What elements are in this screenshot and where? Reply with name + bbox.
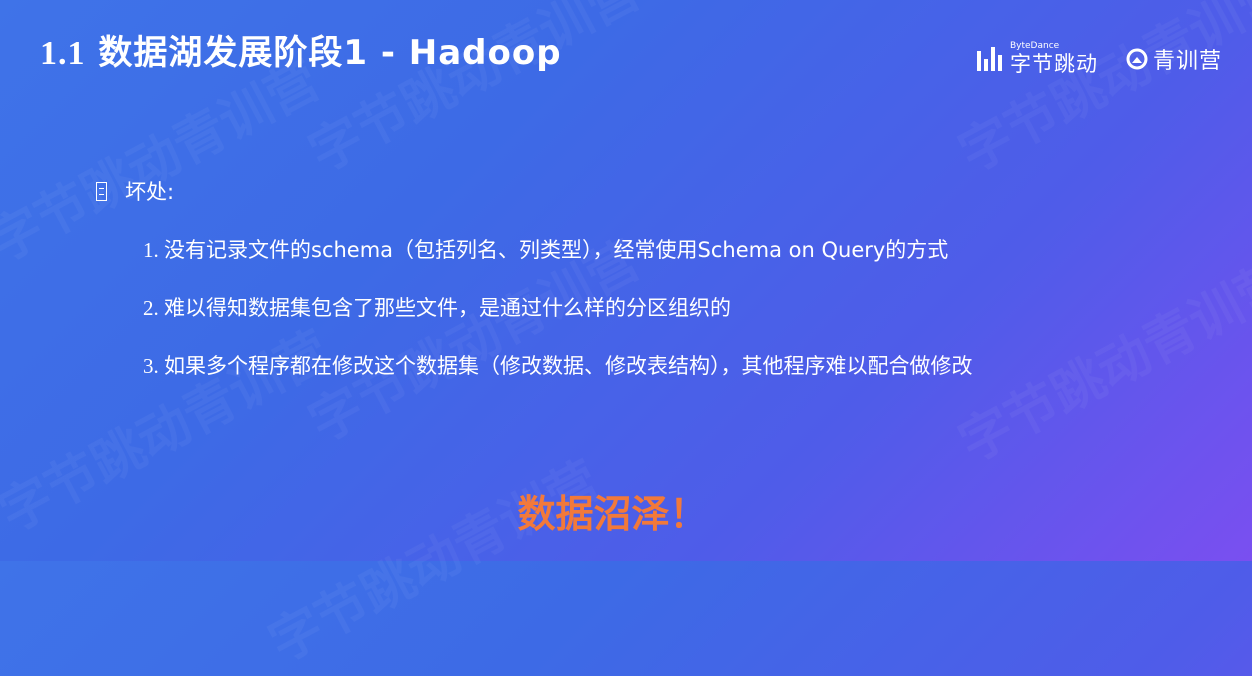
section-heading: 坏处: bbox=[96, 176, 174, 206]
item-number: 2. bbox=[143, 296, 159, 320]
bytedance-bars-icon bbox=[976, 46, 1002, 71]
youth-camp-logo: 青训营 bbox=[1126, 43, 1222, 75]
bytedance-cn: 字节跳动 bbox=[1009, 52, 1098, 76]
list-item: 3. 如果多个程序都在修改这个数据集（修改数据、修改表结构），其他程序难以配合做… bbox=[143, 346, 973, 404]
item-text: 没有记录文件的schema（包括列名、列类型），经常使用Schema on Qu… bbox=[164, 238, 949, 262]
youth-camp-logo-icon bbox=[1126, 48, 1148, 69]
bytedance-logo-text: ByteDance 字节跳动 bbox=[1010, 42, 1098, 75]
bytedance-en: ByteDance bbox=[1009, 41, 1060, 51]
slide-title: 1.1 数据湖发展阶段1 - Hadoop bbox=[40, 28, 562, 79]
title-text: 数据湖发展阶段1 - Hadoop bbox=[85, 33, 562, 73]
list-item: 2. 难以得知数据集包含了那些文件，是通过什么样的分区组织的 bbox=[143, 288, 973, 346]
list-item: 1. 没有记录文件的schema（包括列名、列类型），经常使用Schema on… bbox=[143, 230, 973, 288]
data-swamp-callout: 数据沼泽！ bbox=[517, 492, 708, 536]
brand-logos: ByteDance 字节跳动 青训营 bbox=[976, 42, 1222, 75]
section-heading-text: 坏处: bbox=[125, 180, 175, 204]
item-number: 3. bbox=[143, 354, 159, 378]
camp-name: 青训营 bbox=[1152, 48, 1222, 74]
item-text: 如果多个程序都在修改这个数据集（修改数据、修改表结构），其他程序难以配合做修改 bbox=[164, 354, 973, 378]
item-number: 1. bbox=[143, 238, 159, 262]
title-number: 1.1 bbox=[40, 35, 86, 72]
drawback-list: 1. 没有记录文件的schema（包括列名、列类型），经常使用Schema on… bbox=[143, 230, 973, 404]
watermark: 字节跳动青训营 bbox=[254, 439, 611, 676]
item-text: 难以得知数据集包含了那些文件，是通过什么样的分区组织的 bbox=[164, 296, 731, 320]
watermark: 字节跳动青训营 bbox=[944, 239, 1252, 476]
document-icon bbox=[96, 181, 107, 201]
watermark: 字节跳动 青训营 bbox=[944, 0, 1252, 186]
